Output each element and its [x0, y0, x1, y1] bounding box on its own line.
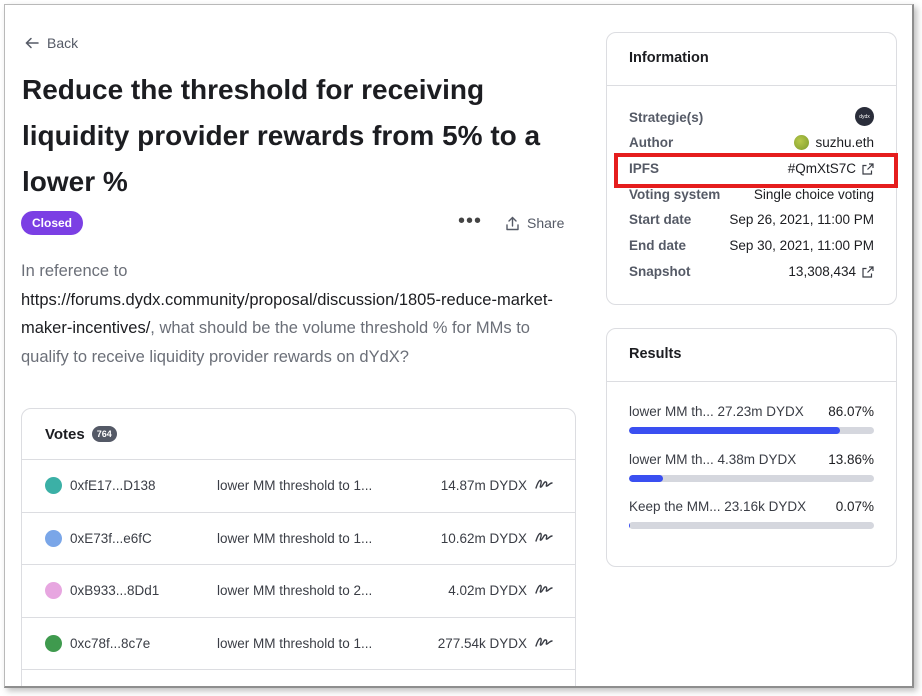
voting-system-label: Voting system: [629, 187, 721, 202]
info-row-strategies: Strategie(s) dydx: [629, 107, 874, 130]
arrow-left-icon: [25, 37, 39, 49]
vote-amount: 14.87m DYDX: [440, 478, 527, 493]
app-window: Back Reduce the threshold for receiving …: [4, 4, 914, 688]
signature-icon[interactable]: [535, 529, 553, 545]
vote-row[interactable]: 0xc78f...8c7e lower MM threshold to 1... 2…: [22, 618, 575, 670]
strategies-label: Strategie(s): [629, 110, 704, 125]
author-link[interactable]: suzhu.eth: [794, 135, 874, 150]
result-bar-track: [629, 427, 874, 434]
proposal-title: Reduce the threshold for receiving liqui…: [22, 74, 541, 197]
share-label: Share: [527, 215, 565, 231]
voter-address[interactable]: 0xc78f...8c7e: [70, 636, 150, 651]
result-bar-fill: [629, 522, 630, 529]
info-row-author: Author suzhu.eth: [629, 135, 874, 155]
info-row-ipfs: IPFS #QmXtS7C: [629, 161, 874, 181]
result-bar-track: [629, 522, 874, 529]
vote-row[interactable]: 0xE73f...e6fC lower MM threshold to 1... 1…: [22, 513, 575, 565]
voter-address[interactable]: 0xfE17...D138: [70, 478, 156, 493]
votes-count-badge: 764: [91, 426, 117, 442]
result-item: Keep the MM... 23.16k DYDX 0.07%: [629, 499, 874, 539]
info-row-snapshot: Snapshot 13,308,434: [629, 264, 874, 284]
snapshot-link[interactable]: 13,308,434: [788, 264, 874, 279]
info-row-start-date: Start date Sep 26, 2021, 11:00 PM: [629, 212, 874, 232]
start-date-value: Sep 26, 2021, 11:00 PM: [729, 212, 874, 227]
more-options-button[interactable]: •••: [458, 211, 482, 231]
snapshot-label: Snapshot: [629, 264, 691, 279]
ipfs-link[interactable]: #QmXtS7C: [788, 161, 874, 176]
share-button[interactable]: Share: [505, 215, 564, 231]
voter-address[interactable]: 0xE73f...e6fC: [70, 531, 152, 546]
author-avatar: [794, 135, 810, 150]
signature-icon[interactable]: [535, 634, 553, 650]
votes-heading: Votes: [45, 425, 85, 443]
result-item: lower MM th... 4.38m DYDX 13.86%: [629, 452, 874, 492]
body-prefix: In reference to: [21, 262, 128, 280]
information-heading: Information: [607, 33, 896, 86]
result-percent: 0.07%: [835, 499, 874, 514]
end-date-label: End date: [629, 238, 687, 253]
vote-amount: 10.62m DYDX: [440, 530, 527, 546]
back-label: Back: [47, 35, 79, 51]
back-link[interactable]: Back: [25, 35, 78, 51]
external-link-icon: [862, 265, 874, 278]
info-row-end-date: End date Sep 30, 2021, 11:00 PM: [629, 238, 874, 258]
author-value: suzhu.eth: [815, 135, 874, 150]
result-label: lower MM th... 4.38m DYDX: [629, 452, 797, 467]
end-date-value: Sep 30, 2021, 11:00 PM: [729, 238, 874, 253]
vote-choice: lower MM threshold to 2...: [217, 583, 373, 598]
author-label: Author: [629, 135, 674, 150]
voter-avatar: [45, 634, 62, 652]
signature-icon[interactable]: [535, 581, 553, 597]
result-percent: 86.07%: [828, 404, 874, 419]
share-icon: [506, 216, 519, 230]
voter-avatar: [45, 477, 62, 494]
results-card: Results lower MM th... 27.23m DYDX 86.07%…: [606, 328, 897, 567]
vote-choice: lower MM threshold to 1...: [217, 478, 373, 493]
result-label: Keep the MM... 23.16k DYDX: [629, 499, 807, 514]
vote-choice: lower MM threshold to 1...: [217, 635, 373, 651]
strategy-icon[interactable]: dydx: [855, 107, 874, 126]
snapshot-value: 13,308,434: [788, 264, 856, 279]
vote-row[interactable]: 0xB933...8Dd1 lower MM threshold to 2... 4…: [22, 565, 575, 618]
start-date-label: Start date: [629, 212, 692, 227]
information-card: Information Strategie(s) dydx Author suz…: [606, 32, 897, 305]
signature-icon[interactable]: [535, 476, 553, 492]
result-item: lower MM th... 27.23m DYDX 86.07%: [629, 404, 874, 444]
result-bar-fill: [629, 427, 840, 434]
status-badge: Closed: [21, 211, 84, 235]
votes-card: Votes 764 0xfE17...D138 lower MM threshol…: [21, 408, 576, 686]
vote-amount: 4.02m DYDX: [448, 583, 527, 598]
voter-avatar: [45, 582, 62, 599]
result-bar-fill: [629, 475, 663, 482]
voter-address[interactable]: 0xB933...8Dd1: [70, 583, 159, 598]
voter-avatar: [45, 529, 62, 547]
vote-row[interactable]: 0xfE17...D138 lower MM threshold to 1... 1…: [22, 460, 575, 513]
votes-header: Votes 764: [22, 409, 575, 460]
ipfs-label: IPFS: [629, 161, 660, 176]
vote-amount: 277.54k DYDX: [437, 635, 527, 651]
proposal-body: In reference to https://forums.dydx.comm…: [21, 257, 581, 371]
results-heading: Results: [607, 329, 896, 382]
result-bar-track: [629, 475, 874, 482]
external-link-icon: [862, 162, 874, 175]
ipfs-value: #QmXtS7C: [787, 161, 856, 176]
result-label: lower MM th... 27.23m DYDX: [629, 404, 804, 419]
voting-system-value: Single choice voting: [753, 187, 874, 202]
info-row-voting-system: Voting system Single choice voting: [629, 187, 874, 207]
vote-choice: lower MM threshold to 1...: [217, 530, 373, 546]
result-percent: 13.86%: [828, 452, 874, 467]
